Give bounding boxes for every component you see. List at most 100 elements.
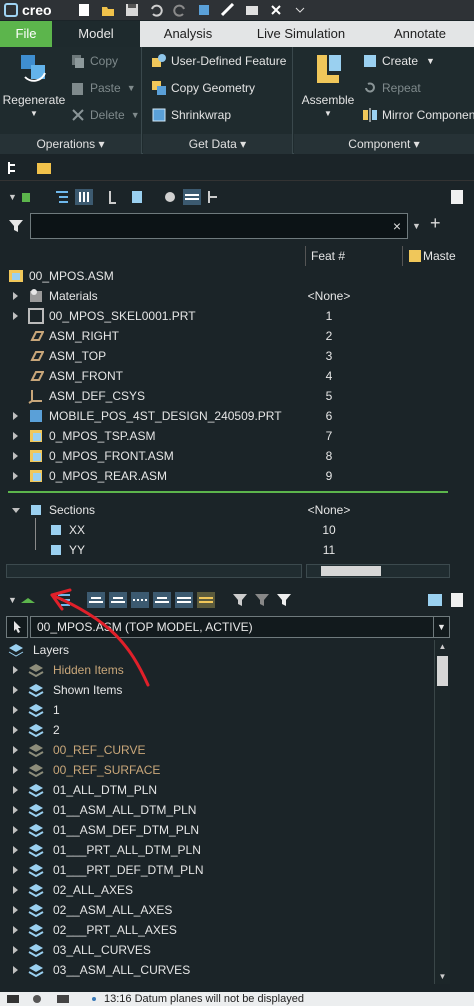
expand-arrow-icon[interactable] xyxy=(13,786,18,794)
layer-row[interactable]: 01__ASM_DEF_DTM_PLN xyxy=(0,820,474,840)
operations-group-label[interactable]: Operations ▾ xyxy=(0,134,141,154)
tree-row-skeleton-part[interactable]: 00_MPOS_SKEL0001.PRT 1 xyxy=(0,306,474,326)
measure-icon[interactable] xyxy=(221,3,235,17)
layer-row[interactable]: 2 xyxy=(0,720,474,740)
tree-left-horizontal-scrollbar[interactable] xyxy=(6,564,302,578)
layer-vertical-scrollbar[interactable]: ▲ ▼ xyxy=(434,640,450,984)
layer-save-status-icon[interactable] xyxy=(196,592,215,608)
collapse-toolbar-icon[interactable]: ▼ xyxy=(8,192,17,202)
customize-dropdown-icon[interactable] xyxy=(293,3,307,17)
chevron-down-icon[interactable]: ▼ xyxy=(433,617,449,637)
report-icon[interactable] xyxy=(448,189,466,205)
regenerate-button[interactable]: Regenerate ▼ xyxy=(3,51,65,118)
expand-arrow-icon[interactable] xyxy=(13,906,18,914)
tree-row-asm-top[interactable]: ASM_TOP 3 xyxy=(0,346,474,366)
tree-columns-icon[interactable] xyxy=(74,189,93,205)
tree-row-materials[interactable]: Materials <None> xyxy=(0,286,474,306)
status-browser-icon[interactable] xyxy=(30,994,44,1004)
mirror-component-button[interactable]: Mirror Componen xyxy=(362,107,474,123)
tree-row-section-xx[interactable]: XX 10 xyxy=(0,520,474,540)
component-group-label[interactable]: Component ▾ xyxy=(294,134,474,154)
tree-row-asm-def-csys[interactable]: ASM_DEF_CSYS 5 xyxy=(0,386,474,406)
redo-icon[interactable] xyxy=(173,3,187,17)
tree-root-row[interactable]: 00_MPOS.ASM xyxy=(0,266,474,286)
copy-button[interactable]: Copy xyxy=(70,53,118,69)
layer-row[interactable]: 02_ALL_AXES xyxy=(0,880,474,900)
regenerate-small-icon[interactable] xyxy=(197,3,211,17)
tree-row-asm-right[interactable]: ASM_RIGHT 2 xyxy=(0,326,474,346)
expand-arrow-icon[interactable] xyxy=(13,432,18,440)
filter-tree-icon[interactable] xyxy=(107,189,125,205)
expand-arrow-icon[interactable] xyxy=(13,846,18,854)
layer-filter-icon[interactable] xyxy=(231,592,249,608)
expand-arrow-icon[interactable] xyxy=(13,866,18,874)
settings-gear-icon[interactable] xyxy=(161,189,179,205)
clear-search-icon[interactable]: × xyxy=(393,218,401,234)
layer-isolate-icon[interactable] xyxy=(174,592,193,608)
select-model-icon[interactable] xyxy=(6,616,28,638)
model-tree-tab-icon[interactable] xyxy=(6,160,22,176)
tree-row-sections[interactable]: Sections <None> xyxy=(0,500,474,520)
collapse-arrow-icon[interactable] xyxy=(12,508,20,513)
expand-arrow-icon[interactable] xyxy=(13,292,18,300)
expand-arrow-icon[interactable] xyxy=(13,452,18,460)
insert-here-marker[interactable] xyxy=(8,491,448,493)
layer-report-icon[interactable] xyxy=(448,592,466,608)
layer-row[interactable]: 00_REF_CURVE xyxy=(0,740,474,760)
layer-table-icon[interactable] xyxy=(426,592,444,608)
close-window-icon[interactable] xyxy=(269,3,283,17)
layer-scroll-thumb[interactable] xyxy=(437,656,448,686)
layers-toggle-icon[interactable] xyxy=(182,189,201,205)
scroll-down-icon[interactable]: ▼ xyxy=(435,970,450,984)
expand-arrow-icon[interactable] xyxy=(13,926,18,934)
layer-row[interactable]: 01__ASM_ALL_DTM_PLN xyxy=(0,800,474,820)
shrinkwrap-button[interactable]: Shrinkwrap xyxy=(151,107,231,123)
layer-row[interactable]: 01___PRT_ALL_DTM_PLN xyxy=(0,840,474,860)
expand-arrow-icon[interactable] xyxy=(13,686,18,694)
layer-row[interactable]: 01___PRT_DEF_DTM_PLN xyxy=(0,860,474,880)
tree-row-asm-front[interactable]: ASM_FRONT 4 xyxy=(0,366,474,386)
tree-row-rear-asm[interactable]: 0_MPOS_REAR.ASM 9 xyxy=(0,466,474,486)
tab-annotate[interactable]: Annotate xyxy=(366,21,474,47)
add-column-icon[interactable]: + xyxy=(430,213,441,234)
tab-analysis[interactable]: Analysis xyxy=(140,21,236,47)
save-icon[interactable] xyxy=(125,3,139,17)
expand-arrow-icon[interactable] xyxy=(13,706,18,714)
feat-column-header[interactable]: Feat # xyxy=(305,246,401,266)
layer-row[interactable]: 03__ASM_ALL_CURVES xyxy=(0,960,474,980)
copy-geometry-button[interactable]: Copy Geometry xyxy=(151,80,255,96)
tab-file[interactable]: File xyxy=(0,21,52,47)
layer-row[interactable]: 1 xyxy=(0,700,474,720)
expand-arrow-icon[interactable] xyxy=(13,766,18,774)
expand-arrow-icon[interactable] xyxy=(13,472,18,480)
scroll-up-icon[interactable]: ▲ xyxy=(435,640,450,654)
delete-button[interactable]: Delete ▼ xyxy=(70,107,140,123)
repeat-button[interactable]: Repeat xyxy=(362,80,421,96)
expand-arrow-icon[interactable] xyxy=(13,666,18,674)
layer-row[interactable]: 02___PRT_ALL_AXES xyxy=(0,920,474,940)
tree-scroll-thumb[interactable] xyxy=(321,566,381,576)
tree-settings-icon[interactable] xyxy=(53,189,71,205)
expand-arrow-icon[interactable] xyxy=(13,726,18,734)
tree-options-icon[interactable] xyxy=(205,189,223,205)
search-dropdown-icon[interactable]: ▼ xyxy=(412,221,421,231)
expand-arrow-icon[interactable] xyxy=(13,746,18,754)
expand-arrow-icon[interactable] xyxy=(13,886,18,894)
assemble-button[interactable]: Assemble ▼ xyxy=(298,51,358,118)
component-display-icon[interactable] xyxy=(19,189,37,205)
layer-row[interactable]: 01_ALL_DTM_PLN xyxy=(0,780,474,800)
status-window-icon[interactable] xyxy=(56,994,70,1004)
expand-arrow-icon[interactable] xyxy=(13,966,18,974)
windows-icon[interactable] xyxy=(245,3,259,17)
model-tree-search-input[interactable]: × xyxy=(30,213,408,239)
layer-row[interactable]: 03_ALL_CURVES xyxy=(0,940,474,960)
tree-row-tsp-asm[interactable]: 0_MPOS_TSP.ASM 7 xyxy=(0,426,474,446)
new-file-icon[interactable] xyxy=(77,3,91,17)
paste-button[interactable]: Paste ▼ xyxy=(70,80,136,96)
layer-row[interactable]: 02__ASM_ALL_AXES xyxy=(0,900,474,920)
layer-row[interactable]: 00_REF_SURFACE xyxy=(0,760,474,780)
get-data-group-label[interactable]: Get Data ▾ xyxy=(143,134,292,154)
create-button[interactable]: Create ▼ xyxy=(362,53,435,69)
user-defined-feature-button[interactable]: User-Defined Feature xyxy=(151,53,286,69)
expand-arrow-icon[interactable] xyxy=(13,312,18,320)
